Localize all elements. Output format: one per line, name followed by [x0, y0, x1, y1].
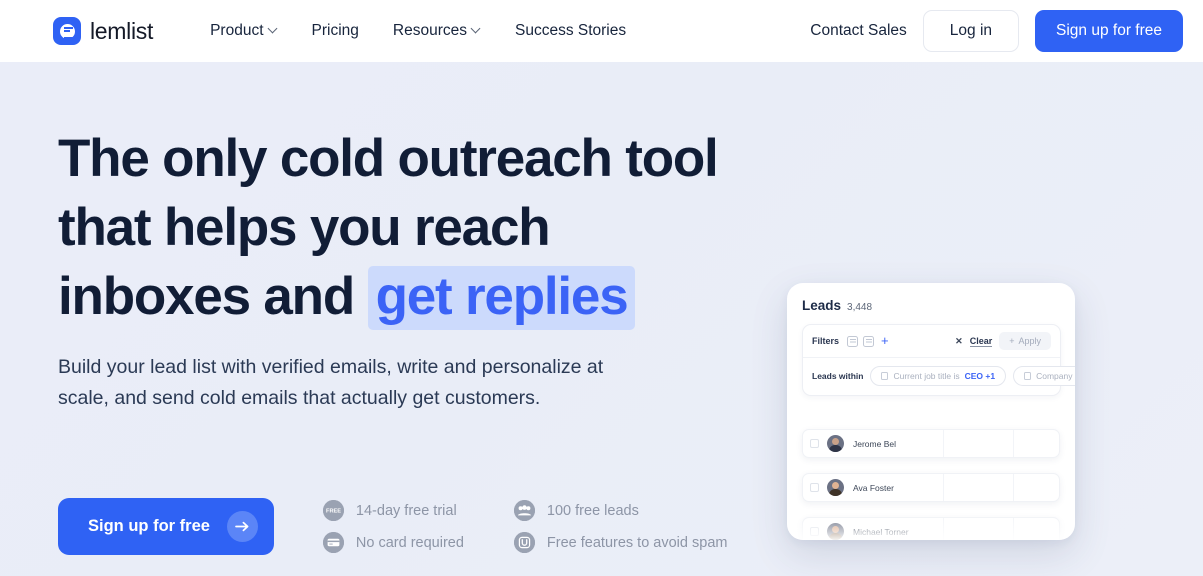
hero-copy: The only cold outreach tool that helps y…: [58, 124, 728, 414]
filter-chip-job-title-value: CEO +1: [964, 371, 996, 381]
plus-icon: +: [1009, 336, 1015, 346]
filter-list-icon[interactable]: [847, 335, 859, 347]
page-title: The only cold outreach tool that helps y…: [58, 124, 728, 331]
shield-u-icon: [513, 532, 535, 553]
leads-within-label: Leads within: [812, 371, 864, 381]
top-navigation-bar: lemlist Product Pricing Resources Succes…: [0, 0, 1203, 62]
badge-free-trial-label: 14-day free trial: [355, 502, 457, 519]
sign-up-button-hero-label: Sign up for free: [88, 517, 210, 535]
filters-panel: Filters + ✕ Clear + Apply Leads within C…: [802, 324, 1075, 396]
nav-item-product[interactable]: Product: [210, 22, 277, 40]
avatar: [827, 479, 844, 496]
row-checkbox[interactable]: [810, 483, 819, 492]
filters-label: Filters: [812, 336, 840, 346]
nav-actions: Contact Sales Log in Sign up for free: [810, 10, 1183, 52]
brand-logo[interactable]: lemlist: [53, 17, 153, 45]
hero-cta-row: Sign up for free FREE 14-day free trial: [58, 498, 727, 555]
nav-item-pricing-label: Pricing: [311, 22, 359, 39]
leads-title: Leads: [802, 298, 842, 313]
table-row[interactable]: Jerome Bel: [802, 429, 1060, 458]
group-people-icon: [513, 500, 535, 521]
contact-sales-link[interactable]: Contact Sales: [810, 22, 907, 40]
close-x-icon[interactable]: ✕: [955, 336, 963, 347]
nav-links: Product Pricing Resources Success Storie…: [210, 22, 626, 40]
nav-item-resources-label: Resources: [392, 22, 467, 39]
free-badge-icon: FREE: [322, 500, 344, 521]
filter-saved-icon[interactable]: [863, 335, 875, 347]
apply-filters-button[interactable]: + Apply: [999, 332, 1051, 350]
chevron-down-icon: [472, 25, 481, 34]
sign-up-button-hero[interactable]: Sign up for free: [58, 498, 274, 555]
avatar: [827, 523, 844, 540]
log-in-button[interactable]: Log in: [922, 10, 1020, 52]
table-row[interactable]: Ava Foster: [802, 473, 1060, 502]
credit-card-icon: [322, 532, 344, 553]
filter-chip-job-title[interactable]: Current job title is CEO +1: [870, 366, 1007, 386]
hero-section: The only cold outreach tool that helps y…: [0, 62, 1203, 576]
badge-free-leads: 100 free leads: [513, 500, 728, 521]
lemlist-logo-icon: [53, 17, 81, 45]
nav-item-product-label: Product: [210, 22, 264, 39]
filters-chips-row: Leads within Current job title is CEO +1…: [803, 358, 1075, 395]
row-checkbox[interactable]: [810, 439, 819, 448]
hero-badges: FREE 14-day free trial 100 free leads No…: [322, 500, 728, 553]
leads-header: Leads 3,448: [802, 298, 1061, 313]
badge-avoid-spam: Free features to avoid spam: [513, 532, 728, 553]
leads-count: 3,448: [847, 302, 873, 313]
nav-item-success-stories-label: Success Stories: [514, 22, 627, 39]
badge-no-card-label: No card required: [355, 534, 464, 551]
badge-avoid-spam-label: Free features to avoid spam: [546, 534, 728, 551]
apply-filters-label: Apply: [1018, 336, 1041, 346]
filters-toolbar: Filters + ✕ Clear + Apply: [803, 325, 1060, 358]
headline-highlight: get replies: [367, 266, 636, 330]
filter-chip-company-name[interactable]: Company name: [1013, 366, 1075, 386]
nav-item-resources[interactable]: Resources: [393, 22, 481, 40]
badge-no-card: No card required: [322, 532, 464, 553]
leads-table: Jerome Bel Ava Foster Michael Torner Mia…: [802, 429, 1060, 540]
brand-name: lemlist: [90, 17, 154, 44]
nav-item-success-stories[interactable]: Success Stories: [515, 22, 626, 40]
row-checkbox[interactable]: [810, 527, 819, 536]
badge-free-trial: FREE 14-day free trial: [322, 500, 464, 521]
lead-name: Ava Foster: [853, 482, 894, 493]
chevron-down-icon: [269, 25, 278, 34]
avatar: [827, 435, 844, 452]
filter-chip-job-title-label: Current job title is: [893, 371, 960, 381]
filter-chip-company-name-label: Company name: [1036, 371, 1075, 381]
filters-actions: ✕ Clear + Apply: [955, 332, 1051, 350]
lead-name: Michael Torner: [853, 526, 909, 537]
add-filter-icon[interactable]: +: [881, 334, 889, 347]
nav-item-pricing[interactable]: Pricing: [312, 22, 359, 40]
filter-chip-icon: [881, 372, 889, 380]
clear-filters-button[interactable]: Clear: [969, 336, 993, 347]
lead-name: Jerome Bel: [853, 438, 896, 449]
sign-up-button-nav[interactable]: Sign up for free: [1035, 10, 1183, 52]
badge-free-leads-label: 100 free leads: [546, 502, 639, 519]
leads-product-card: Leads 3,448 Filters + ✕ Clear + Apply Le…: [787, 283, 1075, 540]
filter-chip-icon: [1024, 372, 1032, 380]
arrow-right-icon: [226, 511, 258, 542]
hero-subheadline: Build your lead list with verified email…: [58, 356, 604, 409]
svg-text:FREE: FREE: [326, 509, 341, 515]
table-row[interactable]: Michael Torner: [802, 517, 1060, 540]
